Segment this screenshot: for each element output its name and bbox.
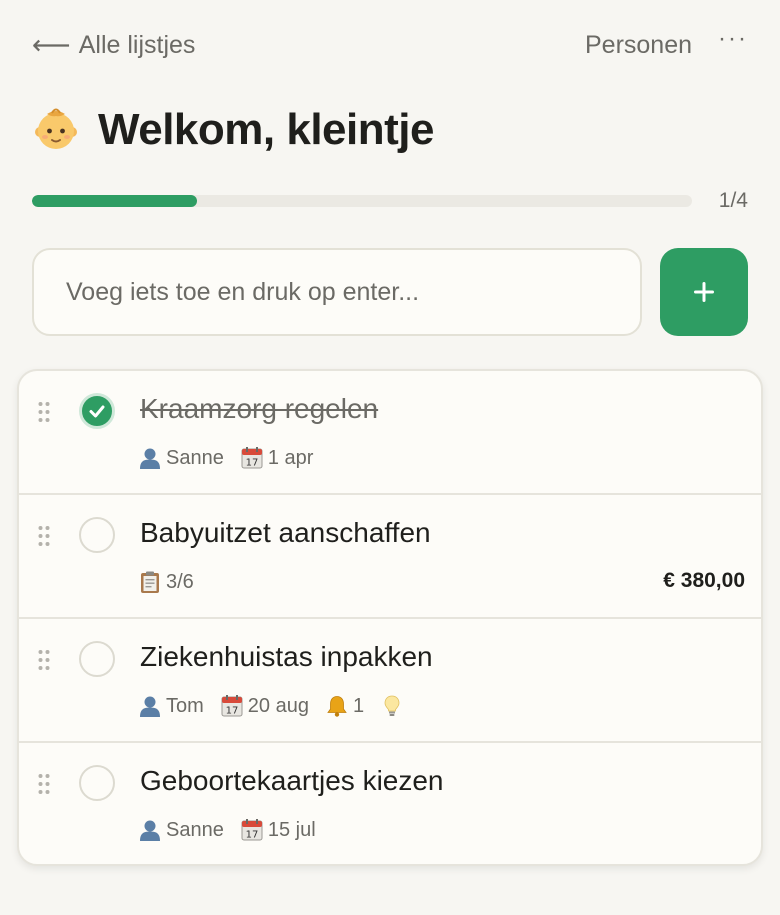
progress-count: 1/4 (718, 189, 748, 212)
task-due-date: 1 apr (240, 446, 314, 470)
progress-bar-fill (32, 195, 197, 207)
checkmark-icon (89, 405, 105, 418)
task-meta: Sanne 1 apr (138, 445, 313, 471)
calendar-icon (220, 694, 244, 718)
task-item[interactable]: Geboortekaartjes kiezen Sanne 15 jul (19, 743, 761, 866)
add-item-button[interactable] (660, 248, 748, 336)
progress-bar (32, 195, 692, 207)
top-bar: ⟵ Alle lijstjes Personen ··· (32, 27, 748, 62)
task-checkbox[interactable] (79, 765, 115, 801)
task-meta: Sanne 15 jul (138, 817, 316, 843)
top-actions: Personen ··· (585, 27, 748, 60)
page-header: Welkom, kleintje (30, 100, 434, 160)
task-item[interactable]: Ziekenhuistas inpakken Tom 20 aug 1 (19, 619, 761, 743)
baby-icon (35, 108, 77, 149)
due-date-text: 1 apr (267, 446, 314, 469)
task-reminders: 1 (325, 694, 364, 718)
drag-handle-icon[interactable] (37, 525, 51, 547)
task-assignee: Tom (138, 694, 204, 718)
person-icon (138, 818, 162, 842)
back-to-lists-link[interactable]: ⟵ Alle lijstjes (32, 31, 195, 60)
due-date-text: 15 jul (267, 818, 316, 841)
clipboard-icon (138, 570, 162, 594)
back-link-label: Alle lijstjes (78, 30, 196, 59)
task-assignee: Sanne (138, 818, 224, 842)
lightbulb-icon (380, 694, 404, 718)
task-checkbox[interactable] (79, 517, 115, 553)
checklist-count: 3/6 (166, 570, 194, 593)
task-title: Babyuitzet aanschaffen (140, 517, 431, 548)
task-idea (380, 694, 404, 718)
task-checkbox[interactable] (79, 393, 115, 429)
task-title: Ziekenhuistas inpakken (140, 641, 433, 672)
person-icon (138, 446, 162, 470)
assignee-name: Sanne (166, 446, 224, 469)
assignee-name: Tom (166, 694, 204, 717)
persons-link[interactable]: Personen (585, 31, 692, 60)
task-due-date: 20 aug (220, 694, 309, 718)
arrow-left-icon: ⟵ (32, 29, 71, 60)
bell-icon (325, 694, 349, 718)
task-item[interactable]: Babyuitzet aanschaffen 3/6 € 380,00 (19, 495, 761, 619)
task-title: Geboortekaartjes kiezen (140, 765, 444, 796)
task-meta: 3/6 (138, 569, 194, 595)
plus-icon (694, 282, 714, 302)
add-item-input[interactable] (32, 248, 642, 336)
person-icon (138, 694, 162, 718)
task-list: Kraamzorg regelen Sanne 1 apr Babyuitzet… (17, 369, 763, 866)
task-item[interactable]: Kraamzorg regelen Sanne 1 apr (19, 371, 761, 495)
due-date-text: 20 aug (247, 694, 309, 717)
task-checkbox[interactable] (79, 641, 115, 677)
assignee-name: Sanne (166, 818, 224, 841)
task-due-date: 15 jul (240, 818, 316, 842)
task-checklist: 3/6 (138, 570, 194, 594)
task-title: Kraamzorg regelen (140, 393, 379, 424)
page-title: Welkom, kleintje (98, 105, 434, 154)
more-options-icon[interactable]: ··· (718, 27, 748, 51)
drag-handle-icon[interactable] (37, 649, 51, 671)
calendar-icon (240, 446, 264, 470)
add-item-row (32, 248, 748, 336)
calendar-icon (240, 818, 264, 842)
task-meta: Tom 20 aug 1 (138, 693, 404, 719)
drag-handle-icon[interactable] (37, 773, 51, 795)
progress-section: 1/4 (32, 186, 748, 216)
task-assignee: Sanne (138, 446, 224, 470)
drag-handle-icon[interactable] (37, 401, 51, 423)
reminder-count: 1 (352, 694, 365, 717)
task-price: € 380,00 (663, 569, 745, 592)
